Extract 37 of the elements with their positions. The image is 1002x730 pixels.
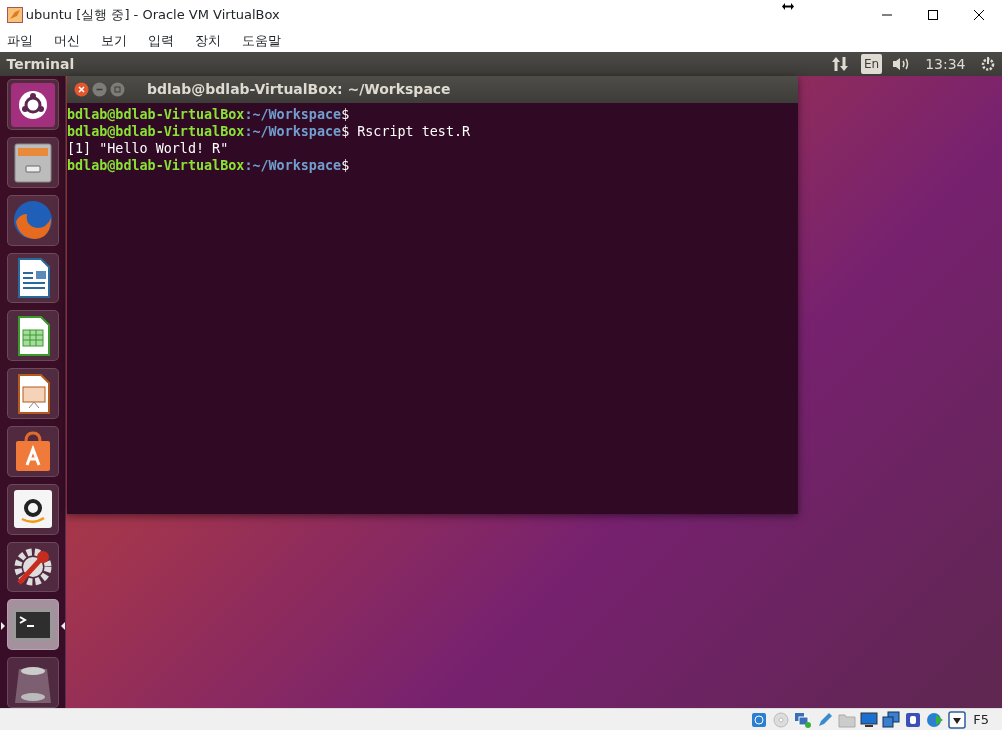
close-icon — [973, 9, 985, 21]
terminal-line: bdlab@bdlab-VirtualBox:~/Workspace$ — [67, 106, 351, 124]
host-key-label: F5 — [973, 710, 989, 729]
close-button[interactable] — [73, 82, 89, 97]
launcher-tile[interactable] — [6, 426, 59, 477]
display-icon[interactable] — [860, 710, 878, 729]
terminal-line: bdlab@bdlab-VirtualBox:~/Workspace$ Rscript test.R — [67, 123, 472, 141]
menu-item[interactable]: 입력 — [147, 31, 174, 51]
network-adapter-icon[interactable] — [794, 710, 812, 729]
menu-item[interactable]: 머신 — [53, 31, 80, 51]
maximize-icon — [927, 9, 939, 21]
menu-item[interactable]: 보기 — [100, 31, 127, 51]
dash-home-icon — [10, 82, 55, 127]
terminal-line: bdlab@bdlab-VirtualBox:~/Workspace$ — [67, 157, 351, 175]
keyboard-layout-indicator[interactable]: En — [860, 54, 883, 74]
launcher-tile[interactable] — [6, 137, 59, 188]
launcher-tile[interactable] — [6, 483, 59, 535]
launcher-tile[interactable] — [6, 368, 59, 420]
menu-item[interactable]: 도움말 — [241, 31, 281, 51]
menu-item[interactable]: 파일 — [6, 31, 33, 51]
launcher-tile[interactable] — [6, 657, 59, 708]
launcher-tile[interactable] — [6, 79, 59, 131]
network-icon[interactable] — [831, 56, 848, 72]
resize-cursor-icon — [782, 2, 794, 10]
terminal-line: [1] "Hello World! R" — [67, 140, 230, 158]
clock[interactable]: 13:34 — [925, 53, 966, 75]
launcher-tile[interactable] — [6, 194, 59, 246]
pen-icon[interactable] — [816, 710, 834, 729]
launcher-tile[interactable] — [6, 252, 59, 304]
launcher-tile[interactable] — [6, 310, 59, 362]
window-title: ubuntu [실행 중] - Oracle VM VirtualBox — [25, 6, 280, 25]
app-icon — [6, 7, 23, 23]
terminal-title: bdlab@bdlab-VirtualBox: ~/Workspace — [147, 80, 451, 99]
menu-item[interactable]: 장치 — [194, 31, 221, 51]
app-title: Terminal — [6, 54, 75, 74]
windows-icon[interactable] — [882, 710, 900, 729]
launcher-tile[interactable] — [6, 541, 59, 593]
